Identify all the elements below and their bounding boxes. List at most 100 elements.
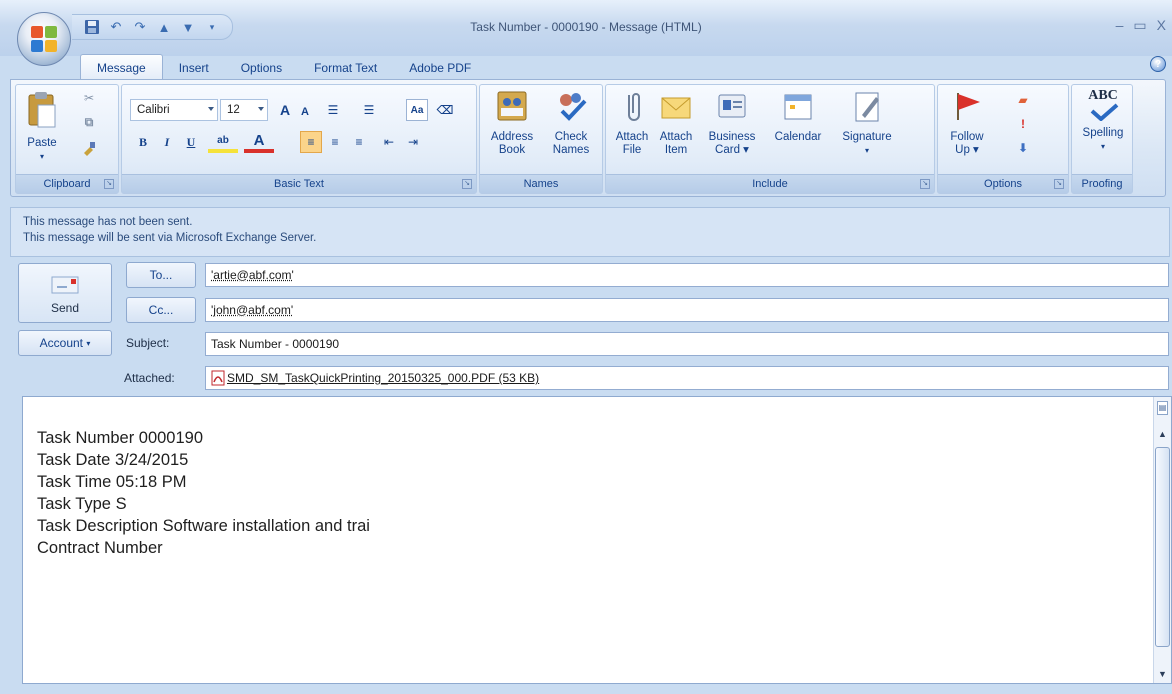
align-right-icon[interactable]: ≡ [348,131,370,153]
paperclip-icon [628,93,640,121]
group-basic-text: Calibri 12 A A ☰ ☰ Aa ⌫ B I U ab A ≡ ≡ ≡… [121,84,477,194]
check-names-label-1: Check [554,131,588,143]
check-names-button[interactable]: Check Names [542,89,600,157]
font-name-select[interactable]: Calibri [130,99,218,121]
options-group-label: Options [938,174,1068,193]
office-logo-icon [31,26,57,52]
body-line: Contract Number [37,539,163,557]
check-names-label-2: Names [552,144,590,156]
bullets-icon[interactable]: ☰ [322,99,344,121]
tab-message[interactable]: Message [80,54,163,80]
follow-up-label-1: Follow [950,131,984,143]
clear-formatting-icon[interactable]: ⌫ [434,99,456,121]
tab-insert[interactable]: Insert [163,56,225,80]
scroll-down-icon[interactable]: ▼ [1158,669,1167,679]
subject-value: Task Number - 0000190 [211,337,340,351]
paste-icon [28,92,56,128]
decrease-indent-icon[interactable]: ⇤ [378,131,400,153]
italic-button[interactable]: I [156,131,178,153]
body-line: Task Description Software installation a… [37,517,370,535]
info-not-sent: This message has not been sent. [23,216,193,228]
font-color-icon[interactable]: A [244,131,274,153]
signature-label: Signature [842,131,892,143]
attachment-field[interactable]: SMD_SM_TaskQuickPrinting_20150325_000.PD… [205,366,1169,390]
grow-font-button[interactable]: A [274,99,296,121]
send-envelope-icon [51,276,79,294]
help-icon[interactable]: ? [1150,56,1166,72]
low-importance-icon[interactable]: ⬇ [1012,137,1034,159]
chevron-down-icon: ▾ [86,338,91,348]
address-book-button[interactable]: Address Book [484,89,540,157]
align-left-icon[interactable]: ≡ [300,131,322,153]
styles-icon[interactable]: Aa [406,99,428,121]
font-size-select[interactable]: 12 [220,99,268,121]
cc-button[interactable]: Cc... [126,297,196,323]
spelling-label: Spelling [1082,127,1124,139]
shrink-font-button[interactable]: A [294,101,316,123]
address-book-label-1: Address [490,131,534,143]
highlight-icon[interactable]: ab [208,131,238,153]
attach-file-button[interactable]: Attach File [612,89,652,157]
increase-indent-icon[interactable]: ⇥ [402,131,424,153]
ribbon: Paste ▾ ✂ ⧉ Clipboard ↘ Calibri 12 A A ☰… [10,79,1166,197]
tab-format-text[interactable]: Format Text [298,56,393,80]
calendar-label: Calendar [774,131,822,143]
subject-field[interactable]: Task Number - 0000190 [205,332,1169,356]
flag-icon [957,93,980,120]
scroll-up-icon[interactable]: ▲ [1158,429,1167,439]
align-center-icon[interactable]: ≡ [324,131,346,153]
vertical-scrollbar[interactable]: ▤ ▲ ▼ [1153,397,1171,683]
body-line: Task Number 0000190 [37,429,204,447]
clipboard-launcher-icon[interactable]: ↘ [104,179,114,189]
address-book-label-2: Book [498,144,526,156]
signature-button[interactable]: Signature ▾ [832,89,902,157]
maximize-icon[interactable]: ▭ [1133,17,1146,34]
chevron-down-icon [208,107,214,111]
attach-item-button[interactable]: Attach Item [654,89,698,157]
follow-up-label-2: Up ▾ [955,144,979,156]
basic-text-launcher-icon[interactable]: ↘ [462,179,472,189]
body-line: Task Date 3/24/2015 [37,451,189,469]
account-button[interactable]: Account ▾ [18,330,112,356]
copy-icon[interactable]: ⧉ [78,111,100,133]
numbering-icon[interactable]: ☰ [358,99,380,121]
business-card-icon [718,94,746,118]
body-line: Task Time 05:18 PM [37,473,187,491]
include-launcher-icon[interactable]: ↘ [920,179,930,189]
follow-up-button[interactable]: Follow Up ▾ [942,89,992,157]
ruler-toggle-icon[interactable]: ▤ [1157,401,1168,415]
attachment-link[interactable]: SMD_SM_TaskQuickPrinting_20150325_000.PD… [227,371,539,385]
close-icon[interactable]: X [1157,17,1166,34]
attach-file-label-1: Attach [615,131,649,143]
to-button[interactable]: To... [126,262,196,288]
minimize-icon[interactable]: – [1116,17,1124,34]
to-field[interactable]: 'artie@abf.com' [205,263,1169,287]
business-card-button[interactable]: Business Card ▾ [700,89,764,157]
spelling-button[interactable]: ABC Spelling ▾ [1074,89,1132,153]
bold-button[interactable]: B [132,131,154,153]
format-painter-icon[interactable] [78,137,100,159]
tab-options[interactable]: Options [225,56,298,80]
underline-button[interactable]: U [180,131,202,153]
cc-field[interactable]: 'john@abf.com' [205,298,1169,322]
options-launcher-icon[interactable]: ↘ [1054,179,1064,189]
send-button[interactable]: Send [18,263,112,323]
high-importance-icon[interactable]: ! [1012,113,1034,135]
pdf-icon [211,370,225,386]
check-names-icon [560,93,587,121]
tab-adobe-pdf[interactable]: Adobe PDF [393,56,487,80]
cut-icon[interactable]: ✂ [78,87,100,109]
scrollbar-thumb[interactable] [1155,447,1170,647]
names-group-label: Names [480,174,602,193]
attach-item-label-1: Attach [659,131,693,143]
paste-button[interactable]: Paste ▾ [22,91,62,163]
business-card-label-1: Business [708,131,756,143]
paste-label: Paste [27,137,57,149]
attach-file-label-2: File [622,144,642,156]
message-body[interactable]: Task Number 0000190 Task Date 3/24/2015 … [22,396,1172,684]
categorize-icon[interactable]: ▰ [1012,89,1034,111]
ribbon-tabs: Message Insert Options Format Text Adobe… [80,54,487,80]
account-label: Account [39,336,83,350]
calendar-button[interactable]: Calendar [766,89,830,144]
office-button[interactable] [17,12,71,66]
